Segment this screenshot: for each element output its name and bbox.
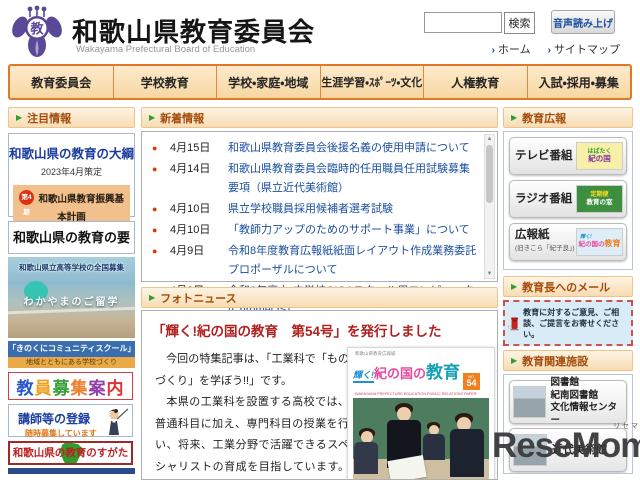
text-to-speech-button[interactable]: 音声読み上げ: [551, 10, 615, 34]
section-title: 教育関連施設: [522, 355, 589, 368]
postbox-icon: [508, 317, 519, 331]
education-profile-banner[interactable]: 和歌山県の教育のすがた: [8, 441, 133, 465]
site-logo[interactable]: 教: [8, 5, 66, 59]
nav-tab-school-family-region[interactable]: 学校・家庭・地域: [216, 66, 320, 98]
news-scrollbar[interactable]: ▲ ▼: [484, 134, 495, 279]
pr-box: テレビ番組 はばたく 紀の国 ラジオ番組 定期便 教育の窓 広報紙 (旧きこら「紀…: [503, 131, 633, 270]
education-outline-date: 2023年4月策定: [40, 167, 103, 177]
news-link[interactable]: 「教師力アップのためのサポート事業」について: [228, 221, 477, 240]
nationwide-recruitment-banner[interactable]: 和歌山県立高等学校の全国募集 わかやまのご留学: [8, 257, 135, 338]
resemom-watermark: リセマム ReseMom.: [492, 423, 640, 465]
cropped-banner[interactable]: [8, 468, 135, 474]
community-school-banner[interactable]: 「きのくにコミュニティスクール」の推進 地域とともにある学校づくり: [8, 341, 160, 368]
scroll-down-icon[interactable]: ▼: [485, 271, 494, 277]
library-photo: [513, 386, 546, 418]
news-link[interactable]: 和歌山県教育委員会後援名義の使用申請について: [228, 139, 477, 158]
section-title: 新着情報: [160, 112, 205, 125]
lecturer-registration-banner[interactable]: 講師等の登録 随時募集しています: [8, 404, 133, 438]
nav-tab-board[interactable]: 教育委員会: [10, 66, 113, 98]
page-subtitle: Wakayama Prefectural Board of Education: [76, 44, 256, 55]
news-link[interactable]: 和歌山県教育委員会臨時的任用職員任用試験募集要項（県立近代美術館）: [228, 160, 477, 198]
bullet-icon: ●: [152, 164, 158, 174]
section-title: フォトニュース: [160, 292, 237, 305]
sitemap-link[interactable]: › サイトマップ: [548, 44, 620, 56]
section-arrow-icon: ▶: [149, 113, 156, 122]
news-item: ● 4月9日 令和8年度教育広報紙紙面レイアウト作成業務委託プロポーザルについて: [152, 242, 477, 280]
section-arrow-icon: ▶: [16, 113, 23, 122]
education-plan-box: 和歌山県の教育の大綱 2023年4月策定 第4期 和歌山県教育振興基本計画 20…: [8, 133, 135, 244]
section-arrow-icon: ▶: [511, 356, 518, 365]
chevron-right-icon: ›: [547, 45, 551, 56]
article-title[interactable]: 「輝く!紀の国の教育 第54号」を発行しました: [152, 320, 487, 340]
nav-tab-exams-recruitment[interactable]: 入試・採用・募集: [526, 66, 631, 98]
section-title: 教育広報: [522, 112, 567, 125]
news-item: ● 4月15日 和歌山県教育委員会後援名義の使用申請について: [152, 139, 477, 158]
home-link[interactable]: › ホーム: [492, 44, 531, 56]
news-link[interactable]: 令和8年度教育広報紙紙面レイアウト作成業務委託プロポーザルについて: [228, 242, 477, 280]
section-arrow-icon: ▶: [149, 293, 156, 302]
pr-paper-button[interactable]: 広報紙 (旧きこら「紀子良」) 輝く! 紀の国の 教育: [509, 223, 627, 261]
radio-program-button[interactable]: ラジオ番組 定期便 教育の窓: [509, 180, 627, 218]
teacher-recruitment-banner[interactable]: 教 員 募 集 案 内: [8, 372, 133, 400]
section-arrow-icon: ▶: [511, 282, 518, 291]
magazine-title: 輝く! 紀の国の 教育 NO. 54: [353, 358, 494, 390]
pr-paper-thumbnail: 輝く! 紀の国の 教育: [576, 228, 623, 256]
nav-tab-human-rights[interactable]: 人権教育: [423, 66, 527, 98]
search-input[interactable]: [424, 12, 502, 33]
scrollbar-thumb[interactable]: [486, 145, 493, 203]
news-item: ● 4月10日 「教師力アップのためのサポート事業」について: [152, 221, 477, 240]
classroom-photo: [353, 398, 489, 479]
education-key-points-box[interactable]: 和歌山県の教育の要点: [8, 221, 135, 276]
nav-tab-lifelong-learning[interactable]: 生涯学習・ｽﾎﾟｰﾂ・文化: [319, 66, 424, 98]
facilities-header: ▶ 教育関連施設: [503, 350, 633, 371]
phase-badge: 第4期: [19, 190, 35, 216]
magazine-cover-image: 和歌山県教育広報紙 輝く! 紀の国の 教育 NO. 54 WAKAYAMA PR…: [347, 347, 495, 479]
main-nav: 教育委員会 学校教育 学校・家庭・地域 生涯学習・ｽﾎﾟｰﾂ・文化 人権教育 入…: [8, 64, 632, 100]
section-arrow-icon: ▶: [511, 113, 518, 122]
news-item: ● 4月10日 県立学校職員採用候補者選考試験: [152, 200, 477, 219]
article-body: 今回の特集記事は、「工業科で「ものづくり」を学ぼう!!」です。 本県の工業科を設…: [155, 353, 349, 473]
issue-number-badge: NO. 54: [463, 373, 481, 390]
scroll-up-icon[interactable]: ▲: [485, 136, 494, 142]
radio-program-thumbnail: 定期便 教育の窓: [576, 185, 623, 213]
notable-info-header: ▶ 注目情報: [8, 107, 135, 128]
tv-program-button[interactable]: テレビ番組 はばたく 紀の国: [509, 137, 627, 175]
library-button[interactable]: 図書館 紀南図書館 文化情報センター: [509, 377, 627, 426]
bullet-icon: ●: [152, 225, 158, 235]
news-list-box: ● 4月15日 和歌山県教育委員会後援名義の使用申請について ● 4月14日 和…: [141, 131, 498, 316]
teacher-illustration-icon: [109, 408, 129, 435]
education-outline-link[interactable]: 和歌山県の教育の大綱: [9, 143, 134, 162]
utility-links: › ホーム › サイトマップ: [478, 41, 620, 57]
photo-news-header: ▶ フォトニュース: [141, 287, 498, 308]
news-header: ▶ 新着情報: [141, 107, 498, 128]
bullet-icon: ●: [152, 204, 158, 214]
tv-program-thumbnail: はばたく 紀の国: [576, 142, 623, 170]
pr-header: ▶ 教育広報: [503, 107, 633, 128]
photo-news-article: 「輝く!紀の国の教育 第54号」を発行しました 今回の特集記事は、「工業科で「も…: [141, 310, 498, 480]
chevron-right-icon: ›: [491, 45, 495, 56]
search-button[interactable]: 検索: [504, 12, 535, 34]
news-link[interactable]: 県立学校職員採用候補者選考試験: [228, 200, 477, 219]
wakayama-emblem-icon: 教: [12, 5, 62, 57]
mail-to-superintendent-banner[interactable]: 教育に対するご意見、ご相談、ご提言をお寄せください。: [503, 300, 633, 346]
nav-tab-school-education[interactable]: 学校教育: [112, 66, 217, 98]
mail-header: ▶ 教育長へのメール: [503, 276, 633, 297]
news-item: ● 4月14日 和歌山県教育委員会臨時的任用職員任用試験募集要項（県立近代美術館…: [152, 160, 477, 198]
section-title: 教育長へのメール: [522, 281, 611, 294]
logo-kanji: 教: [29, 21, 44, 36]
section-title: 注目情報: [27, 112, 72, 125]
bullet-icon: ●: [152, 246, 158, 256]
bullet-icon: ●: [152, 143, 158, 153]
